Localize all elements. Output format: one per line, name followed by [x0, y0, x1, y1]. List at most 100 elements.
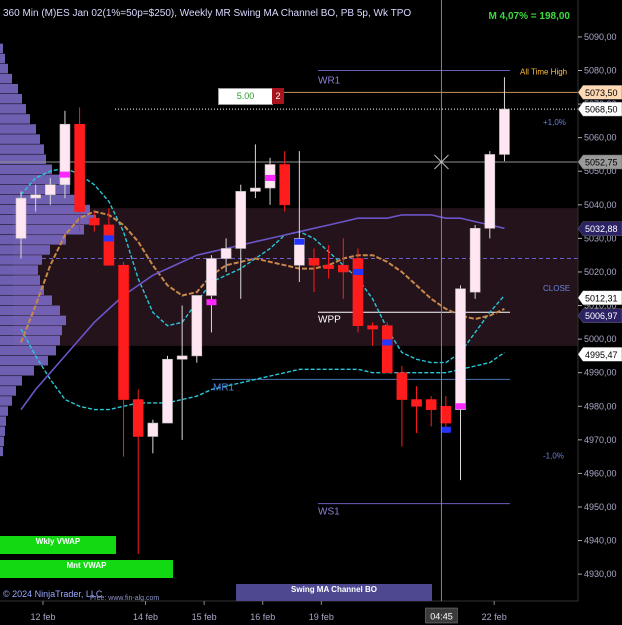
price-badge-label: 5006,97: [585, 311, 618, 321]
signal-marker: [59, 171, 70, 178]
order-quantity-box[interactable]: 2: [272, 88, 284, 104]
bullish-candle[interactable]: [250, 187, 261, 192]
bearish-candle[interactable]: [425, 399, 437, 410]
tpo-value-zone: [13, 208, 578, 346]
bearish-candle[interactable]: [74, 123, 85, 212]
profile-bar: [0, 416, 6, 426]
profile-bar: [0, 63, 8, 74]
price-badge-label: 5032,88: [585, 224, 618, 234]
signal-marker: [103, 235, 114, 242]
y-tick-label: 4990,00: [584, 368, 617, 378]
weekly-vwap-button[interactable]: Wkly VWAP: [0, 536, 116, 554]
y-tick-label: 4970,00: [584, 435, 617, 445]
profile-bar: [0, 265, 38, 275]
all-time-high-label: All Time High: [520, 67, 567, 76]
time-axis: 12 feb 14 feb 15 feb 16 feb 19 feb 22 feb: [0, 600, 578, 622]
performance-readout: M 4,07% = 198,00: [488, 11, 570, 22]
y-tick-label: 4980,00: [584, 401, 617, 411]
profile-bar: [0, 446, 3, 457]
y-tick-label: 4930,00: [584, 569, 617, 579]
profile-bar: [0, 73, 12, 84]
profile-bar: [0, 53, 5, 64]
x-tick-label: 15 feb: [192, 612, 217, 622]
signal-marker: [440, 426, 451, 433]
profile-bar: [0, 295, 52, 306]
price-chart[interactable]: WR1 WS1 MR1 WPP All Time High +1,0% -1,0% CLOSE…: [0, 0, 622, 625]
bullish-candle[interactable]: [499, 108, 510, 155]
price-badge-label: 5073,50: [585, 88, 618, 98]
close-label: CLOSE: [543, 284, 570, 293]
profile-bar: [0, 134, 40, 144]
y-tick-label: 5000,00: [584, 334, 617, 344]
wpp-label: WPP: [318, 314, 341, 325]
mr1-label: MR1: [213, 382, 235, 393]
bullish-candle[interactable]: [469, 228, 481, 293]
bearish-candle[interactable]: [381, 325, 393, 373]
profile-bar: [0, 174, 60, 185]
y-tick-label: 4950,00: [584, 502, 617, 512]
swing-ma-channel-bar[interactable]: Swing MA Channel BO: [236, 584, 432, 601]
profile-bar: [0, 436, 4, 447]
y-tick-label: 5090,00: [584, 32, 617, 42]
price-badge-label: 5012,31: [585, 293, 618, 303]
website-label: Free: www.fin-alg.com: [90, 595, 160, 602]
bearish-candle[interactable]: [323, 264, 334, 269]
bearish-candle[interactable]: [103, 224, 115, 266]
bullish-candle[interactable]: [484, 154, 496, 229]
bearish-candle[interactable]: [308, 258, 320, 266]
price-badge-label: 4995,47: [585, 350, 618, 360]
bearish-candle[interactable]: [118, 264, 129, 400]
bearish-candle[interactable]: [279, 164, 291, 206]
bullish-candle[interactable]: [176, 355, 188, 360]
profile-bar: [0, 325, 62, 336]
bullish-candle[interactable]: [162, 358, 173, 424]
bullish-candle[interactable]: [44, 184, 56, 196]
price-badge-label: 5052,75: [585, 158, 618, 168]
bearish-candle[interactable]: [411, 399, 422, 407]
x-tick-label: 14 feb: [133, 612, 158, 622]
bearish-candle[interactable]: [337, 264, 349, 273]
bearish-candle[interactable]: [396, 372, 408, 400]
signal-marker: [382, 339, 393, 346]
profile-bar: [0, 184, 70, 195]
bearish-candle[interactable]: [132, 399, 144, 437]
price-axis: 4930,00 4940,00 4950,00 4960,00 4970,00 4980,…: [577, 0, 622, 601]
bearish-candle[interactable]: [367, 325, 378, 330]
bullish-candle[interactable]: [15, 197, 27, 239]
signal-marker: [294, 238, 305, 245]
profile-bar: [0, 355, 48, 366]
profile-bar: [0, 164, 52, 175]
bullish-candle[interactable]: [30, 194, 41, 199]
y-tick-label: 5040,00: [584, 200, 617, 210]
x-tick-label: 22 feb: [482, 612, 507, 622]
y-tick-label: 4960,00: [584, 468, 617, 478]
profile-bar: [0, 154, 46, 165]
bullish-candle[interactable]: [206, 258, 217, 296]
profile-bar: [0, 365, 34, 376]
profile-bar: [0, 315, 66, 326]
profile-bar: [0, 144, 44, 154]
value-area-zone: [13, 208, 578, 346]
bullish-candle[interactable]: [220, 248, 232, 259]
signal-marker: [455, 403, 466, 410]
bullish-candle[interactable]: [235, 191, 247, 249]
profile-bar: [0, 94, 22, 104]
wr1-label: WR1: [318, 76, 341, 87]
minus-one-pct-label: -1,0%: [543, 451, 564, 460]
monthly-vwap-button[interactable]: Mnt VWAP: [0, 560, 173, 578]
bullish-candle[interactable]: [191, 295, 203, 357]
bullish-candle[interactable]: [455, 288, 466, 410]
y-tick-label: 5020,00: [584, 267, 617, 277]
profile-bar: [0, 83, 18, 94]
chart-title: 360 Min (M)ES Jan 02(1%=50p=$250), Weekl…: [3, 8, 412, 19]
bearish-candle[interactable]: [88, 217, 100, 226]
bearish-candle[interactable]: [440, 405, 452, 424]
order-price-box[interactable]: 5.00: [218, 88, 273, 105]
x-tick-label: 12 feb: [30, 612, 55, 622]
bearish-candle[interactable]: [352, 258, 364, 326]
chart-window[interactable]: { "header": { "title": "360 Min (M)ES Ja…: [0, 0, 622, 625]
profile-bar: [0, 396, 12, 406]
profile-bar: [0, 235, 66, 245]
bullish-candle[interactable]: [147, 422, 159, 437]
profile-bar: [0, 104, 26, 114]
